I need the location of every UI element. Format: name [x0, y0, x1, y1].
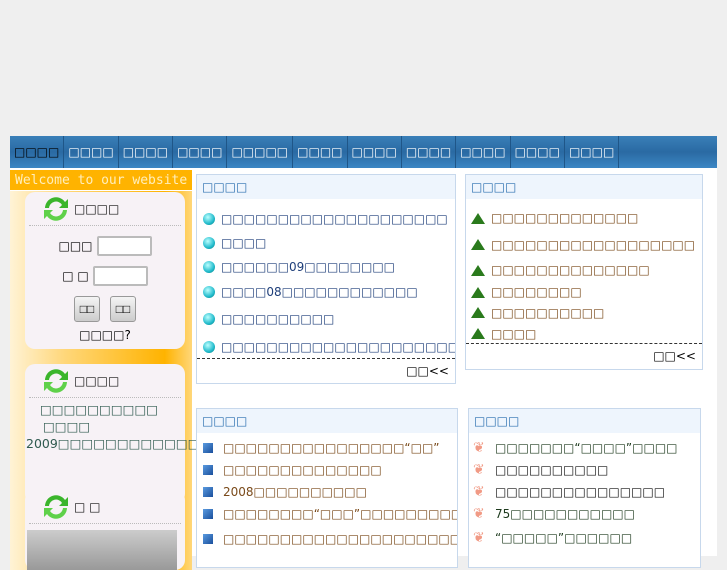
left-sidebar: Welcome to our website □□□□ □□□ □ □ □□ □□…: [10, 170, 282, 570]
bullet-icon: [203, 213, 215, 225]
bullet-icon: [203, 313, 215, 325]
bullet-icon: [203, 261, 215, 273]
list-item[interactable]: ❦ 75□□□□□□□□□□□: [473, 503, 700, 525]
more-link[interactable]: □□<<: [653, 349, 696, 363]
login-button[interactable]: □□: [74, 296, 100, 322]
main-nav: □□□□ □□□□ □□□□ □□□□ □□□□□ □□□□ □□□□ □□□□…: [10, 136, 717, 168]
list-item[interactable]: □□□□□□□□□□□□□□: [203, 459, 457, 481]
refresh-icon: [44, 197, 68, 221]
username-input[interactable]: [96, 236, 152, 256]
heart-icon: ❦: [473, 530, 485, 546]
refresh-icon: [44, 369, 68, 393]
news-box: □□□□ □□□□□□□□□□□□□□□□□□□□ □□□□ □□□□□□09□…: [196, 174, 456, 384]
box4-title: □□□□: [469, 409, 700, 433]
tree-icon: [471, 212, 485, 224]
square-bullet-icon: [203, 509, 213, 519]
list-item[interactable]: □□□□□□□□□□□□□□□□“□□”: [203, 437, 457, 459]
square-bullet-icon: [203, 487, 213, 497]
divider: [466, 343, 702, 344]
notice-line[interactable]: □□□□: [25, 418, 185, 435]
tree-icon: [471, 264, 485, 276]
tree-icon: [471, 239, 485, 250]
notice-line[interactable]: □□□□□□□□□□: [25, 401, 185, 418]
reset-button[interactable]: □□: [110, 296, 136, 322]
nav-item[interactable]: □□□□: [565, 136, 620, 168]
nav-item[interactable]: □□□□: [511, 136, 565, 168]
nav-item[interactable]: □□□□: [456, 136, 511, 168]
box4: □□□□ ❦ □□□□□□□“□□□□”□□□□ ❦ □□□□□□□□□□ ❦ □□□…: [468, 408, 701, 568]
nav-item[interactable]: □□□□□: [227, 136, 294, 168]
password-label: □ □: [62, 269, 89, 283]
bullet-icon: [203, 341, 215, 353]
list-item[interactable]: □□□□□□□□□□□□□□□□□□: [471, 231, 702, 258]
tree-icon: [471, 307, 485, 318]
tree-icon: [471, 286, 485, 298]
list-item[interactable]: ❦ “□□□□□”□□□□□□: [473, 525, 700, 551]
notice-line[interactable]: 2009□□□□□□□□□□□□□□□□□□□: [15, 435, 282, 452]
notice-panel: □□□□ □□□□□□□□□□ □□□□ 2009□□□□□□□□□□□□□□□…: [25, 364, 282, 504]
username-label: □□□: [58, 239, 93, 253]
list-item[interactable]: ❦ □□□□□□□□□□: [473, 459, 700, 481]
login-panel: □□□□ □□□ □ □ □□ □□ □□□□?: [25, 192, 185, 349]
news-item[interactable]: □□□□□□09□□□□□□□□: [203, 255, 455, 279]
list-item[interactable]: □□□□□□□□□□□□□□□□□□□□□□: [203, 525, 457, 553]
nav-item[interactable]: □□□□: [348, 136, 402, 168]
bullet-icon: [203, 237, 215, 249]
refresh-icon: [44, 495, 68, 519]
list-item[interactable]: □□□□□□□□: [471, 282, 702, 302]
divider: [197, 358, 455, 359]
bullet-icon: [203, 286, 215, 298]
list-item[interactable]: □□□□: [471, 323, 702, 344]
box2-title: □□□□: [466, 175, 702, 199]
nav-item[interactable]: □□□□: [64, 136, 119, 168]
tree-icon: [471, 328, 485, 339]
heart-icon: ❦: [473, 440, 485, 456]
box3: □□□□ □□□□□□□□□□□□□□□□“□□” □□□□□□□□□□□□□□…: [196, 408, 458, 568]
square-bullet-icon: [203, 534, 213, 544]
forgot-password-link[interactable]: □□□□?: [79, 328, 131, 342]
square-bullet-icon: [203, 465, 213, 475]
nav-item[interactable]: □□□□: [119, 136, 174, 168]
news-item[interactable]: □□□□□□□□□□□□□□□□□□□□□□□□□□□: [203, 333, 455, 361]
login-title: □□□□: [74, 202, 120, 216]
nav-item[interactable]: □□□□: [402, 136, 457, 168]
password-input[interactable]: [92, 266, 148, 286]
heart-icon: ❦: [473, 462, 485, 478]
heart-icon: ❦: [473, 484, 485, 500]
profile-panel: □ □: [25, 490, 185, 570]
list-item[interactable]: □□□□□□□□□□□□□□: [471, 258, 702, 282]
news-item[interactable]: □□□□: [203, 231, 455, 255]
nav-item[interactable]: □□□□: [293, 136, 348, 168]
heart-icon: ❦: [473, 506, 485, 522]
nav-item[interactable]: □□□□: [10, 136, 65, 168]
box3-title: □□□□: [197, 409, 457, 433]
list-item[interactable]: ❦ □□□□□□□“□□□□”□□□□: [473, 437, 700, 459]
list-item[interactable]: 2008□□□□□□□□□□: [203, 481, 457, 503]
news-item[interactable]: □□□□08□□□□□□□□□□□□: [203, 279, 455, 305]
page-container: □□□□ □□□□ □□□□ □□□□ □□□□□ □□□□ □□□□ □□□□…: [10, 136, 717, 570]
list-item[interactable]: □□□□□□□□“□□□”□□□□□□□□□□: [203, 503, 457, 525]
nav-item[interactable]: □□□□: [173, 136, 228, 168]
list-item[interactable]: □□□□□□□□□□□□□: [471, 205, 702, 231]
more-link[interactable]: □□<<: [406, 364, 449, 378]
news-item[interactable]: □□□□□□□□□□□□□□□□□□□□: [203, 207, 455, 231]
profile-title: □ □: [74, 500, 101, 514]
news-title: □□□□: [197, 175, 455, 199]
list-item[interactable]: □□□□□□□□□□: [471, 302, 702, 323]
list-item[interactable]: ❦ □□□□□□□□□□□□□□□: [473, 481, 700, 503]
welcome-banner: Welcome to our website: [10, 170, 192, 191]
news-item[interactable]: □□□□□□□□□□: [203, 305, 455, 333]
box2: □□□□ □□□□□□□□□□□□□ □□□□□□□□□□□□□□□□□□ □□…: [465, 174, 703, 370]
square-bullet-icon: [203, 443, 213, 453]
profile-photo: [27, 530, 177, 570]
notice-title: □□□□: [74, 374, 120, 388]
